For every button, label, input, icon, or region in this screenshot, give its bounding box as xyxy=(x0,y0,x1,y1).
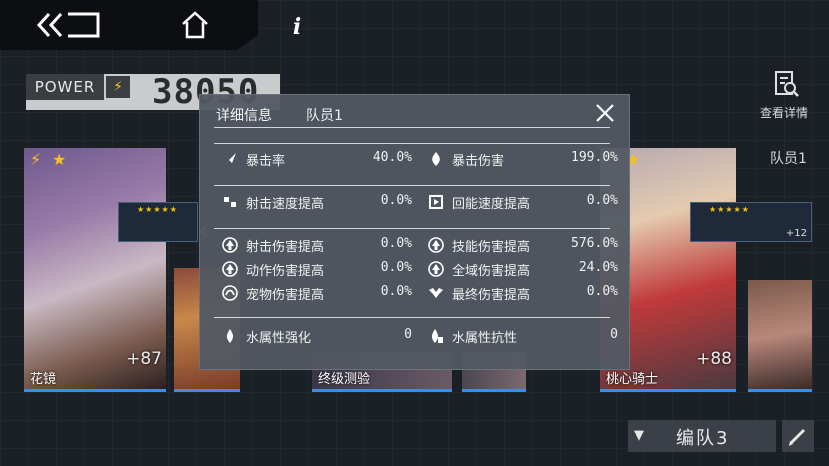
stat-final-damage: 最终伤害提高 0.0% xyxy=(428,283,618,303)
back-button[interactable] xyxy=(36,10,102,40)
stat-crit-rate: 暴击率 40.0% xyxy=(222,149,412,169)
global-damage-icon xyxy=(428,261,444,277)
water-shield-icon xyxy=(428,328,444,344)
divider xyxy=(214,143,610,144)
lightning-icon: ⚡ xyxy=(30,150,42,169)
crit-damage-icon xyxy=(428,151,444,167)
character-level: +88 xyxy=(696,349,732,369)
stat-energy-regen: 回能速度提高 0.0% xyxy=(428,192,618,212)
team-member-label: 队员1 xyxy=(770,151,807,167)
power-label: POWER xyxy=(26,74,104,100)
character-name: 花镜 xyxy=(30,372,57,387)
water-drop-icon xyxy=(222,328,238,344)
crit-rate-icon xyxy=(222,151,238,167)
divider xyxy=(214,127,610,128)
stat-skill-damage: 技能伤害提高 576.0% xyxy=(428,235,618,255)
stat-shot-damage: 射击伤害提高 0.0% xyxy=(222,235,412,255)
stat-crit-damage: 暴击伤害 199.0% xyxy=(428,149,618,169)
action-damage-icon xyxy=(222,261,238,277)
view-detail-label[interactable]: 查看详情 xyxy=(760,104,808,121)
fire-rate-icon xyxy=(222,194,238,210)
stat-global-damage: 全域伤害提高 24.0% xyxy=(428,259,618,279)
character-name: 桃心骑士 xyxy=(606,372,659,387)
stat-water-resist: 水属性抗性 0 xyxy=(428,326,618,346)
weapon-bonus: +12 xyxy=(785,228,807,239)
info-icon[interactable]: i xyxy=(284,12,310,42)
close-button[interactable] xyxy=(594,102,616,124)
detail-panel: 详细信息 队员1 暴击率 40.0% 暴击伤害 199.0% 射击速度提高 0.… xyxy=(199,94,630,370)
rarity-stars-icon: ★★★★★ xyxy=(709,205,750,214)
panel-title: 详细信息 xyxy=(216,108,272,124)
character-name: 终级测验 xyxy=(318,372,371,387)
skill-damage-icon xyxy=(428,237,444,253)
team-select-label: 编队3 xyxy=(676,428,730,449)
back-icon xyxy=(36,12,100,38)
stat-fire-rate: 射击速度提高 0.0% xyxy=(222,192,412,212)
stat-water-boost: 水属性强化 0 xyxy=(222,326,412,346)
shot-damage-icon xyxy=(222,237,238,253)
character-card-far-right[interactable] xyxy=(748,280,812,392)
rarity-stars-icon: ★★★★★ xyxy=(137,205,178,214)
divider xyxy=(214,317,610,318)
panel-member: 队员1 xyxy=(306,108,343,124)
stat-pet-damage: 宠物伤害提高 0.0% xyxy=(222,283,412,303)
character-card-left[interactable]: +87 花镜 xyxy=(24,148,166,392)
dropdown-arrow-icon: ▼ xyxy=(634,428,644,443)
divider xyxy=(214,185,610,186)
home-button[interactable] xyxy=(180,10,210,40)
close-icon xyxy=(596,104,614,122)
pet-damage-icon xyxy=(222,285,238,301)
home-icon xyxy=(182,11,208,39)
lightning-icon: ⚡ xyxy=(106,76,130,98)
weapon-slot[interactable]: ★★★★★ +12 xyxy=(690,202,812,242)
view-detail-icon[interactable] xyxy=(772,70,800,98)
final-damage-icon xyxy=(428,285,444,301)
pencil-icon xyxy=(789,428,806,446)
team-select[interactable]: ▼ 编队3 xyxy=(628,420,776,452)
divider xyxy=(214,228,610,229)
edit-button[interactable] xyxy=(782,420,814,452)
character-level: +87 xyxy=(126,349,162,369)
energy-regen-icon xyxy=(428,194,444,210)
stat-action-damage: 动作伤害提高 0.0% xyxy=(222,259,412,279)
weapon-slot[interactable]: ★★★★★ xyxy=(118,202,198,242)
star-icon: ★ xyxy=(52,150,67,169)
